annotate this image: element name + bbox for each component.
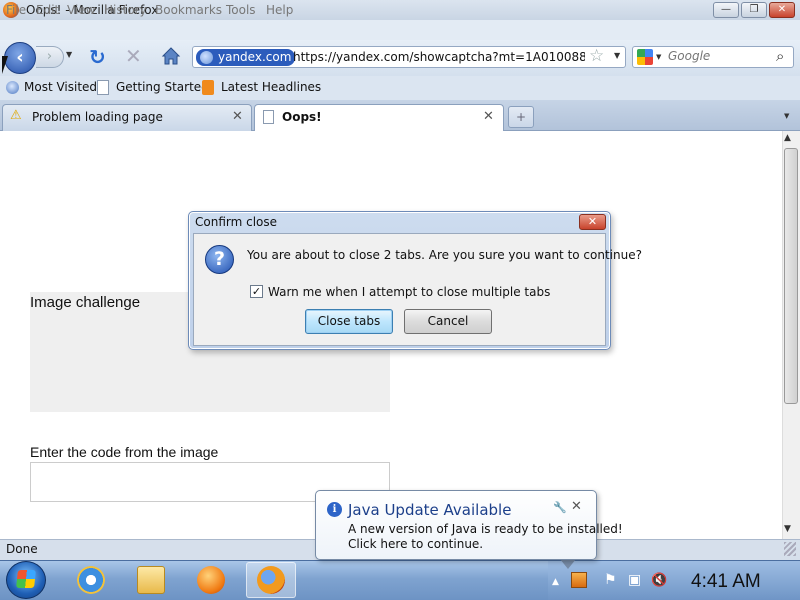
scrollbar-thumb[interactable] <box>784 148 798 404</box>
bookmark-most-visited[interactable]: Most Visited <box>24 80 97 94</box>
bookmark-star-icon[interactable]: ☆ <box>589 46 604 66</box>
code-label: Enter the code from the image <box>30 444 219 460</box>
magnifier-icon[interactable]: ⌕ <box>776 47 784 65</box>
scroll-up-arrow[interactable]: ▲ <box>784 133 791 143</box>
search-input[interactable] <box>668 49 768 63</box>
internet-explorer-icon <box>77 566 105 594</box>
window-close-button[interactable]: ✕ <box>769 2 795 18</box>
menu-history[interactable]: History <box>104 3 147 17</box>
action-center-flag-icon[interactable]: ⚑ <box>604 572 617 588</box>
menu-help[interactable]: Help <box>266 3 293 17</box>
notification-link[interactable]: Click here to continue. <box>348 537 483 551</box>
dialog-title: Confirm close <box>195 215 278 229</box>
tab-close-button[interactable]: ✕ <box>483 109 494 124</box>
question-icon: ? <box>205 245 234 274</box>
tab-label: Oops! <box>282 110 322 124</box>
menu-edit[interactable]: Edit <box>36 3 59 17</box>
checkbox-label[interactable]: Warn me when I attempt to close multiple… <box>268 285 550 299</box>
menu-file[interactable]: File <box>6 3 26 17</box>
mouse-cursor <box>2 56 8 74</box>
new-tab-button[interactable]: + <box>508 106 534 128</box>
rss-feed-icon <box>202 80 214 95</box>
back-button[interactable]: ‹ <box>4 42 36 74</box>
firefox-icon <box>257 566 285 594</box>
most-visited-icon <box>6 81 19 94</box>
url-input[interactable]: https://yandex.com/showcaptcha?mt=1A0100… <box>293 50 585 64</box>
maximize-button[interactable]: ❐ <box>741 2 767 18</box>
reload-button[interactable]: ↻ <box>89 45 106 69</box>
scroll-down-arrow[interactable]: ▼ <box>784 524 791 534</box>
minimize-button[interactable]: — <box>713 2 739 18</box>
challenge-title: Image challenge <box>30 294 141 311</box>
globe-icon <box>200 51 213 64</box>
bookmark-getting-started[interactable]: Getting Started <box>116 80 209 94</box>
media-player-icon <box>197 566 225 594</box>
tab-label: Problem loading page <box>32 110 163 124</box>
java-update-icon[interactable] <box>571 572 587 588</box>
balloon-tail <box>560 559 576 569</box>
list-all-tabs-icon[interactable]: ▼ <box>784 112 789 120</box>
warn-multiple-tabs-checkbox[interactable]: ✓ <box>250 285 263 298</box>
page-icon <box>97 80 109 95</box>
notification-title[interactable]: Java Update Available <box>348 501 511 519</box>
resize-grip[interactable] <box>784 542 796 556</box>
engine-dropdown-icon[interactable]: ▼ <box>656 53 661 61</box>
url-dropdown-icon[interactable]: ▼ <box>614 51 620 60</box>
cancel-button[interactable]: Cancel <box>404 309 492 334</box>
menu-bookmarks[interactable]: Bookmarks <box>155 3 222 17</box>
notification-close-button[interactable]: ✕ <box>571 499 582 514</box>
tab-close-button[interactable]: ✕ <box>232 109 243 124</box>
menu-tools[interactable]: Tools <box>226 3 256 17</box>
taskbar-clock[interactable]: 4:41 AM <box>691 571 761 593</box>
google-engine-icon[interactable] <box>637 49 653 65</box>
volume-muted-icon[interactable]: 🔇 <box>651 573 667 588</box>
network-icon[interactable]: ▣ <box>628 572 641 588</box>
warning-icon: ⚠ <box>10 108 22 123</box>
wrench-options-icon[interactable]: 🔧 <box>553 501 567 514</box>
dialog-message: You are about to close 2 tabs. Are you s… <box>247 248 642 262</box>
history-dropdown-icon[interactable]: ▼ <box>66 50 72 59</box>
dialog-close-button[interactable]: ✕ <box>579 214 606 230</box>
menu-bar <box>0 20 800 40</box>
close-tabs-button[interactable]: Close tabs <box>305 309 393 334</box>
stop-button[interactable]: ✕ <box>125 44 142 68</box>
info-icon: i <box>327 502 342 517</box>
show-hidden-icons-arrow[interactable]: ▲ <box>552 577 559 587</box>
menu-view[interactable]: View <box>67 3 95 17</box>
home-icon[interactable] <box>160 45 182 67</box>
status-text: Done <box>6 542 38 556</box>
bookmark-latest-headlines[interactable]: Latest Headlines <box>221 80 321 94</box>
forward-button[interactable]: › <box>36 46 64 68</box>
windows-logo-icon <box>16 570 36 588</box>
page-icon <box>263 110 274 124</box>
notification-message[interactable]: A new version of Java is ready to be ins… <box>348 522 623 536</box>
windows-explorer-icon <box>137 566 165 594</box>
